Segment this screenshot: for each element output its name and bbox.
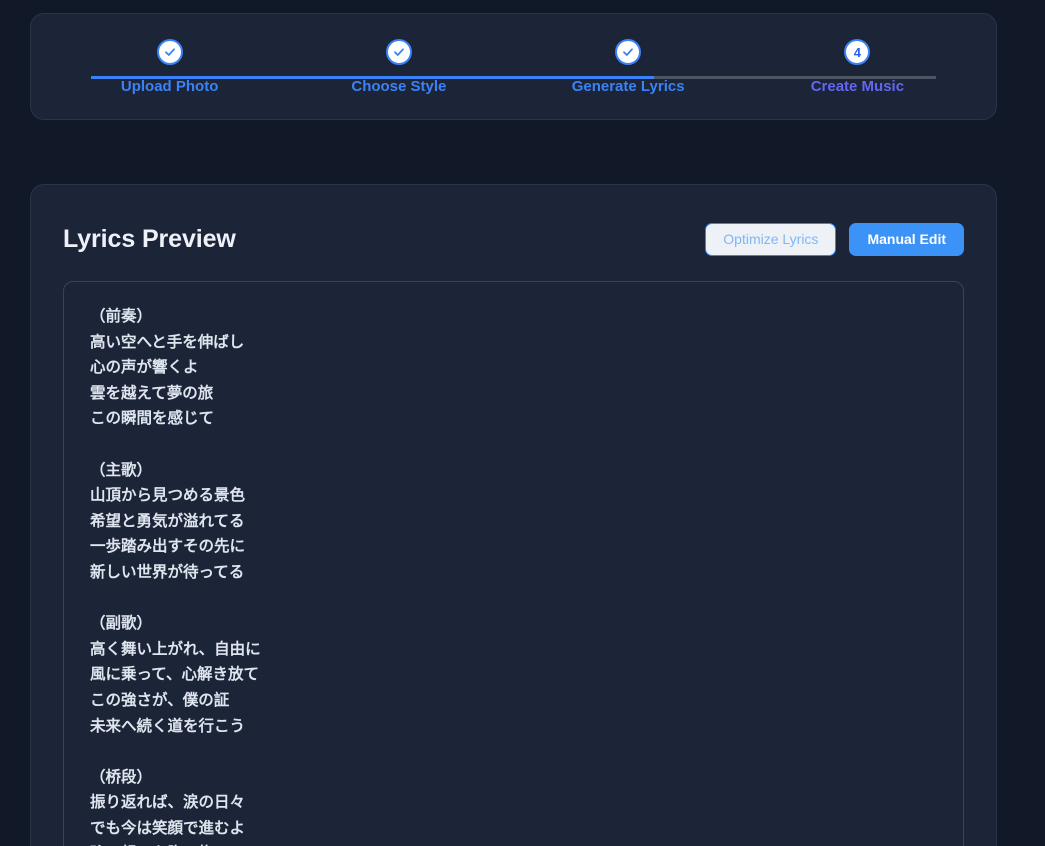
step-generate-lyrics[interactable]: Generate Lyrics [514,39,743,95]
progress-stepper: Upload Photo Choose Style Generate Lyric… [55,39,972,99]
page-title: Lyrics Preview [63,224,236,253]
optimize-lyrics-button[interactable]: Optimize Lyrics [705,222,837,256]
progress-stepper-card: Upload Photo Choose Style Generate Lyric… [30,13,997,120]
stepper-steps: Upload Photo Choose Style Generate Lyric… [55,39,972,95]
step-choose-style[interactable]: Choose Style [284,39,513,95]
lyrics-content: （前奏） 高い空へと手を伸ばし 心の声が響くよ 雲を越えて夢の旅 この瞬間を感じ… [90,307,261,846]
step-3-indicator [615,39,642,65]
app-page: Upload Photo Choose Style Generate Lyric… [0,0,1045,846]
lyrics-preview-card: Lyrics Preview Optimize Lyrics Manual Ed… [30,184,997,846]
lyrics-text-box[interactable]: （前奏） 高い空へと手を伸ばし 心の声が響くよ 雲を越えて夢の旅 この瞬間を感じ… [63,281,964,846]
step-4-number: 4 [853,44,861,60]
step-3-label: Generate Lyrics [571,78,685,95]
step-1-indicator [156,39,183,65]
step-4-label: Create Music [810,78,905,95]
step-upload-photo[interactable]: Upload Photo [55,39,284,95]
check-icon [393,48,404,56]
step-4-indicator: 4 [844,39,871,65]
check-icon [164,48,175,56]
step-2-indicator [385,39,412,65]
lyrics-actions: Optimize Lyrics Manual Edit [705,222,964,256]
manual-edit-button[interactable]: Manual Edit [849,222,964,256]
lyrics-card-header: Lyrics Preview Optimize Lyrics Manual Ed… [63,219,964,259]
step-2-label: Choose Style [351,78,447,95]
step-create-music[interactable]: 4 Create Music [743,39,972,95]
check-icon [623,48,634,56]
step-1-label: Upload Photo [120,78,219,95]
